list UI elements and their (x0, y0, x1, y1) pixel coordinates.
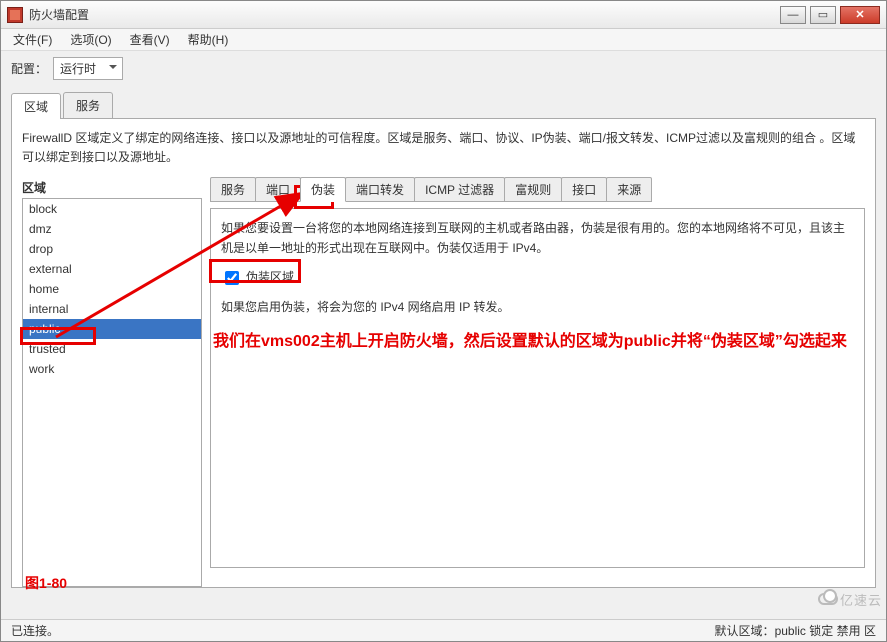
outer-tabs: 区域 服务 FirewallD 区域定义了绑定的网络连接、接口以及源地址的可信程… (11, 92, 876, 588)
masq-description-1: 如果您要设置一台将您的本地网络连接到互联网的主机或者路由器，伪装是很有用的。您的… (221, 219, 854, 257)
zone-item-work[interactable]: work (23, 359, 201, 379)
zone-item-drop[interactable]: drop (23, 239, 201, 259)
zone-item-block[interactable]: block (23, 199, 201, 219)
inner-tab-0[interactable]: 服务 (210, 177, 256, 202)
zone-detail-column: 服务端口伪装端口转发ICMP 过滤器富规则接口来源 如果您要设置一台将您的本地网… (210, 177, 865, 587)
status-bar: 已连接。 默认区域： public 锁定 禁用 区 (1, 619, 886, 641)
outer-tabstrip: 区域 服务 (11, 92, 876, 118)
menu-help[interactable]: 帮助(H) (180, 29, 237, 50)
inner-tab-1[interactable]: 端口 (255, 177, 301, 202)
window-title: 防火墙配置 (29, 6, 776, 23)
annotation-figure-label: 图1-80 (25, 573, 67, 593)
status-lock: 锁定 (809, 622, 833, 639)
config-value: 运行时 (60, 62, 96, 76)
inner-tab-5[interactable]: 富规则 (504, 177, 562, 202)
menu-view[interactable]: 查看(V) (122, 29, 178, 50)
masquerade-zone-checkbox[interactable] (225, 271, 239, 285)
zone-item-public[interactable]: public (23, 319, 201, 339)
config-dropdown[interactable]: 运行时 (53, 57, 123, 80)
watermark-text: 亿速云 (840, 593, 882, 608)
zone-item-external[interactable]: external (23, 259, 201, 279)
menu-options[interactable]: 选项(O) (62, 29, 119, 50)
status-disable: 禁用 (837, 622, 861, 639)
title-bar: 防火墙配置 — ▭ ✕ (1, 1, 886, 29)
inner-tabstrip: 服务端口伪装端口转发ICMP 过滤器富规则接口来源 (210, 177, 865, 202)
firewall-config-window: 防火墙配置 — ▭ ✕ 文件(F) 选项(O) 查看(V) 帮助(H) 配置： … (0, 0, 887, 642)
inner-tab-4[interactable]: ICMP 过滤器 (414, 177, 505, 202)
zone-item-home[interactable]: home (23, 279, 201, 299)
zone-item-trusted[interactable]: trusted (23, 339, 201, 359)
zone-column-header: 区域 (22, 177, 202, 198)
masq-description-2: 如果您启用伪装，将会为您的 IPv4 网络启用 IP 转发。 (221, 298, 854, 317)
status-connected: 已连接。 (11, 622, 59, 639)
inner-tab-6[interactable]: 接口 (561, 177, 607, 202)
minimize-button[interactable]: — (780, 6, 806, 24)
zone-item-dmz[interactable]: dmz (23, 219, 201, 239)
menu-bar: 文件(F) 选项(O) 查看(V) 帮助(H) (1, 29, 886, 51)
zone-item-internal[interactable]: internal (23, 299, 201, 319)
menu-file[interactable]: 文件(F) (5, 29, 60, 50)
zones-split: 区域 blockdmzdropexternalhomeinternalpubli… (22, 177, 865, 587)
inner-tab-2[interactable]: 伪装 (300, 177, 346, 202)
zones-description: FirewallD 区域定义了绑定的网络连接、接口以及源地址的可信程度。区域是服… (22, 129, 865, 167)
zone-column: 区域 blockdmzdropexternalhomeinternalpubli… (22, 177, 202, 587)
inner-tab-7[interactable]: 来源 (606, 177, 652, 202)
tab-zones[interactable]: 区域 (11, 93, 61, 119)
close-button[interactable]: ✕ (840, 6, 880, 24)
app-icon (7, 7, 23, 23)
zones-panel: FirewallD 区域定义了绑定的网络连接、接口以及源地址的可信程度。区域是服… (11, 118, 876, 588)
cloud-icon (818, 593, 838, 605)
status-default-zone-value: public (775, 624, 806, 638)
zone-list[interactable]: blockdmzdropexternalhomeinternalpublictr… (22, 198, 202, 587)
status-default-zone-label: 默认区域： (715, 622, 775, 639)
masq-checkbox-row: 伪装区域 (221, 268, 854, 288)
tab-services[interactable]: 服务 (63, 92, 113, 118)
masquerade-zone-label[interactable]: 伪装区域 (246, 268, 294, 287)
inner-tab-3[interactable]: 端口转发 (345, 177, 415, 202)
config-row: 配置： 运行时 (1, 51, 886, 86)
status-trail: 区 (864, 622, 876, 639)
config-label: 配置： (11, 60, 47, 77)
watermark: 亿速云 (818, 590, 882, 609)
masquerade-panel: 如果您要设置一台将您的本地网络连接到互联网的主机或者路由器，伪装是很有用的。您的… (210, 208, 865, 568)
maximize-button[interactable]: ▭ (810, 6, 836, 24)
